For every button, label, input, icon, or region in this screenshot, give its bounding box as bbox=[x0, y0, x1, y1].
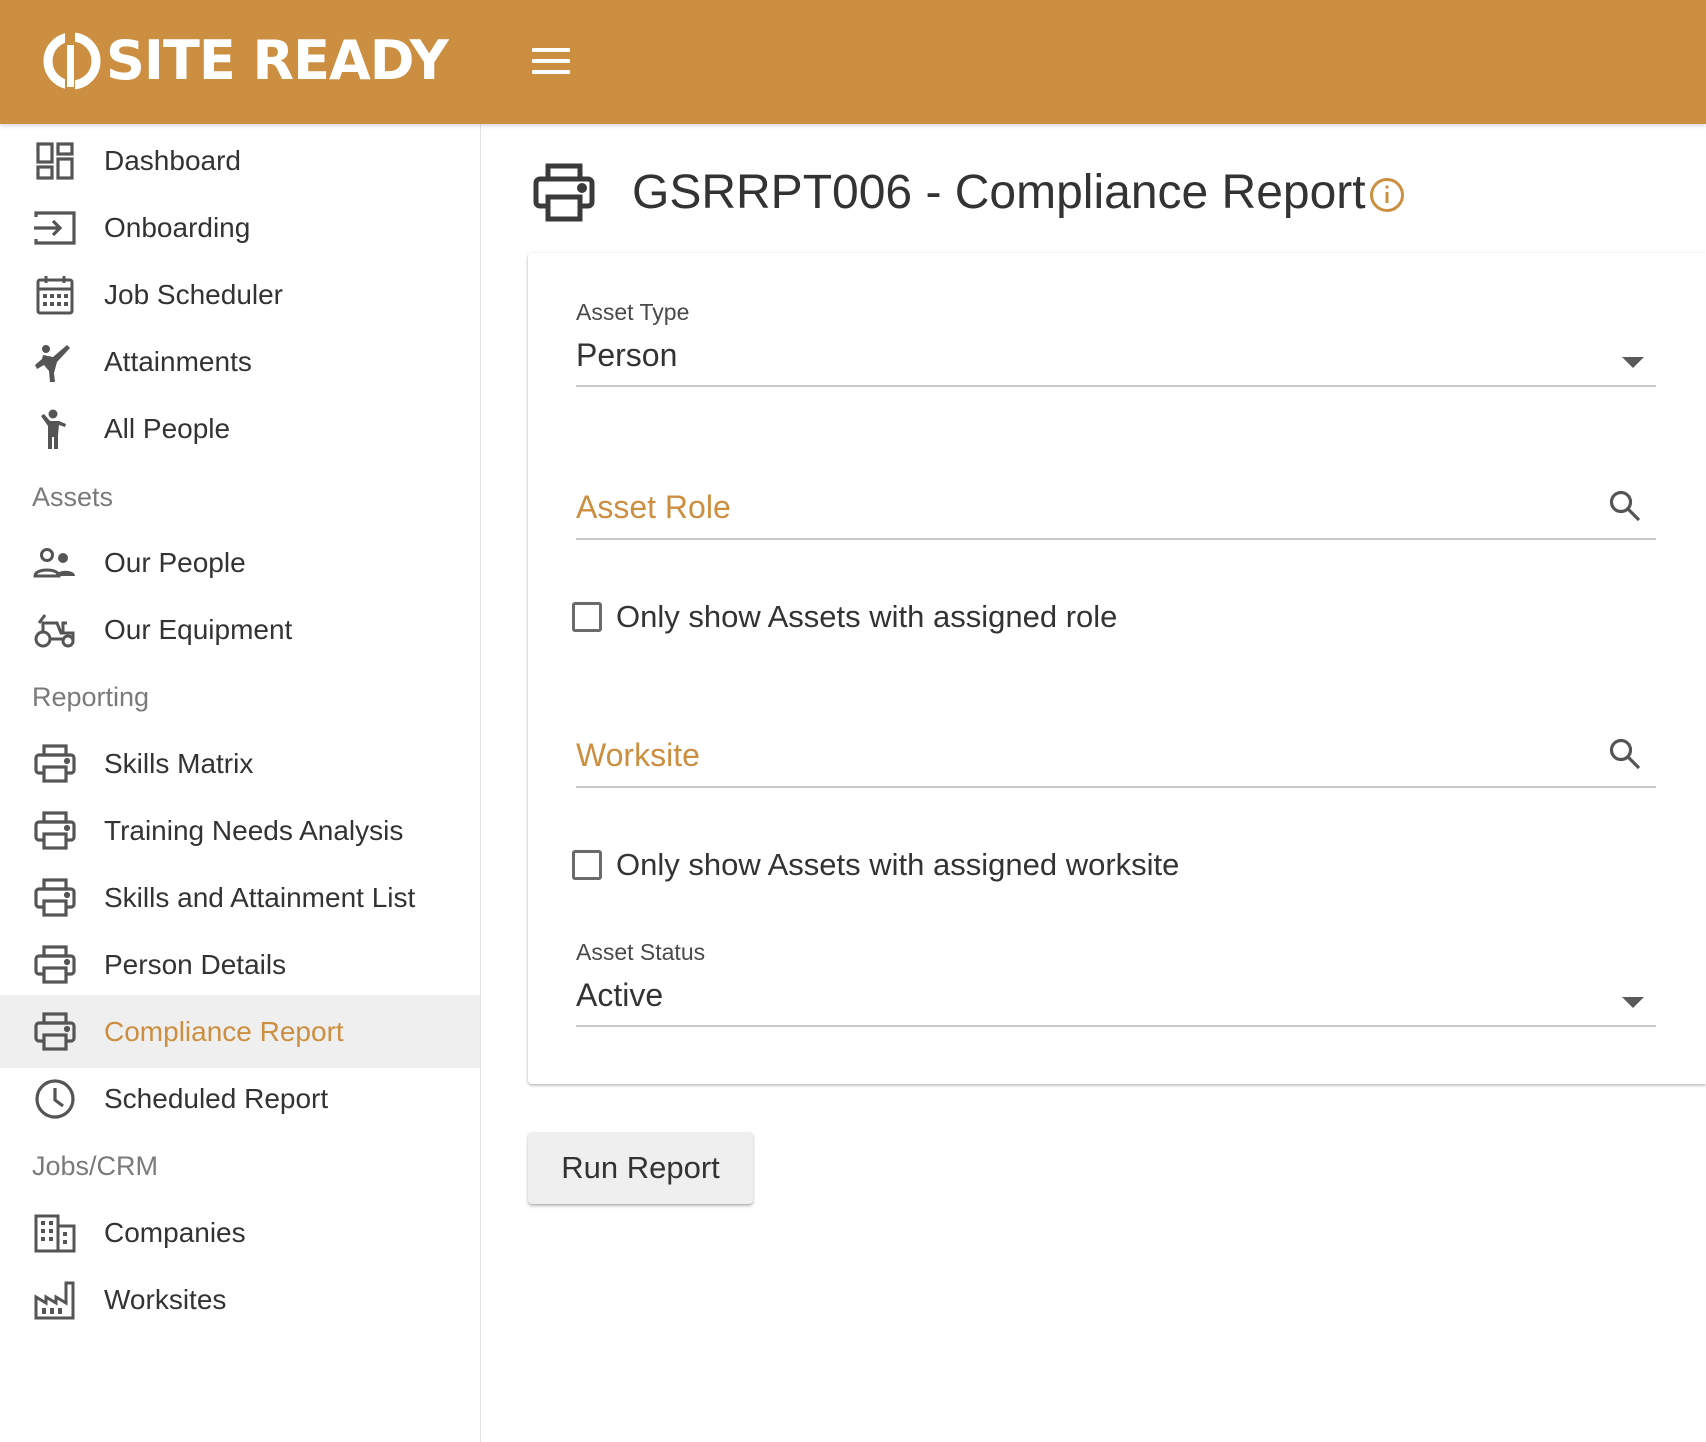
asset-role-field[interactable]: Asset Role bbox=[576, 483, 1656, 545]
sidebar-item-person-details[interactable]: Person Details bbox=[0, 928, 480, 1001]
page-title: GSRRPT006 - Compliance Report bbox=[632, 166, 1366, 219]
printer-icon bbox=[533, 163, 595, 222]
dropdown-arrow-icon bbox=[1622, 357, 1644, 368]
sidebar-item-worksites[interactable]: Worksites bbox=[0, 1263, 480, 1336]
info-icon[interactable] bbox=[1368, 176, 1406, 214]
printer-icon bbox=[33, 743, 77, 785]
sidebar-item-label: Person Details bbox=[104, 949, 287, 980]
assigned-role-checkbox[interactable] bbox=[572, 602, 602, 632]
clock-icon bbox=[33, 1078, 77, 1120]
sidebar-item-label: Attainments bbox=[104, 346, 252, 377]
sidebar-item-companies[interactable]: Companies bbox=[0, 1196, 480, 1269]
printer-icon bbox=[33, 1011, 77, 1053]
asset-type-value: Person bbox=[576, 337, 678, 373]
sidebar-item-label: Onboarding bbox=[104, 212, 251, 243]
sidebar-item-label: Job Scheduler bbox=[104, 279, 284, 310]
asset-role-placeholder: Asset Role bbox=[576, 489, 731, 525]
dropdown-arrow-icon bbox=[1622, 997, 1644, 1008]
assigned-worksite-checkbox-row[interactable]: Only show Assets with assigned worksite bbox=[572, 843, 1179, 887]
asset-status-label: Asset Status bbox=[576, 939, 706, 965]
asset-role-underline bbox=[576, 538, 1656, 540]
sidebar-item-label: Skills Matrix bbox=[104, 748, 254, 779]
sidebar-item-label: Skills and Attainment List bbox=[104, 882, 416, 913]
assigned-worksite-checkbox[interactable] bbox=[572, 850, 602, 880]
people-icon bbox=[33, 542, 77, 584]
site-ready-logo[interactable]: SITE READY bbox=[42, 28, 449, 94]
asset-status-value: Active bbox=[576, 977, 664, 1013]
search-icon[interactable] bbox=[1608, 737, 1642, 771]
sidebar-item-label: All People bbox=[104, 413, 231, 444]
report-parameters-card: Asset Type Person Asset Role Only show A… bbox=[528, 253, 1706, 1084]
sidebar-item-label: Compliance Report bbox=[104, 1016, 344, 1047]
sidebar-item-our-equipment[interactable]: Our Equipment bbox=[0, 593, 480, 666]
sidebar-item-label: Training Needs Analysis bbox=[104, 815, 404, 846]
hamburger-menu-icon[interactable] bbox=[530, 44, 574, 78]
sidebar-item-our-people[interactable]: Our People bbox=[0, 526, 480, 599]
asset-type-select[interactable]: Asset Type Person bbox=[576, 299, 1656, 399]
factory-icon bbox=[33, 1279, 77, 1321]
sidebar-item-label: Companies bbox=[104, 1217, 246, 1248]
dashboard-icon bbox=[33, 140, 77, 182]
asset-status-underline bbox=[576, 1025, 1656, 1027]
sidebar-item-job-scheduler[interactable]: Job Scheduler bbox=[0, 258, 480, 331]
sidebar-item-all-people[interactable]: All People bbox=[0, 392, 480, 465]
sidebar-item-label: Our Equipment bbox=[104, 614, 293, 645]
printer-icon bbox=[33, 944, 77, 986]
printer-icon bbox=[33, 877, 77, 919]
worksite-underline bbox=[576, 786, 1656, 788]
run-report-button[interactable]: Run Report bbox=[528, 1132, 753, 1204]
section-heading-reporting: Reporting bbox=[32, 682, 150, 712]
karate-icon bbox=[33, 341, 77, 383]
login-icon bbox=[33, 207, 77, 249]
sidebar-item-skills-matrix[interactable]: Skills Matrix bbox=[0, 727, 480, 800]
calendar-icon bbox=[33, 274, 77, 316]
tractor-icon bbox=[33, 609, 77, 651]
building-icon bbox=[33, 1212, 77, 1254]
printer-icon bbox=[33, 810, 77, 852]
asset-type-label: Asset Type bbox=[576, 299, 690, 325]
sidebar-item-label: Our People bbox=[104, 547, 246, 578]
assigned-worksite-checkbox-label: Only show Assets with assigned worksite bbox=[616, 847, 1180, 882]
asset-status-select[interactable]: Asset Status Active bbox=[576, 939, 1656, 1039]
sidebar-item-skills-and-attainment-list[interactable]: Skills and Attainment List bbox=[0, 861, 480, 934]
top-app-bar: SITE READY bbox=[0, 0, 1706, 124]
sidebar-item-attainments[interactable]: Attainments bbox=[0, 325, 480, 398]
section-heading-assets: Assets bbox=[32, 482, 114, 512]
sidebar-item-onboarding[interactable]: Onboarding bbox=[0, 191, 480, 264]
section-heading-jobs-crm: Jobs/CRM bbox=[32, 1151, 159, 1181]
sidebar-item-label: Scheduled Report bbox=[104, 1083, 329, 1114]
assigned-role-checkbox-label: Only show Assets with assigned role bbox=[616, 599, 1118, 634]
assigned-role-checkbox-row[interactable]: Only show Assets with assigned role bbox=[572, 595, 1117, 639]
worksite-placeholder: Worksite bbox=[576, 737, 700, 773]
brand-name: SITE READY bbox=[106, 29, 449, 92]
sidebar-nav: Dashboard Onboarding Job Scheduler Attai… bbox=[0, 124, 481, 1442]
sidebar-item-training-needs-analysis[interactable]: Training Needs Analysis bbox=[0, 794, 480, 867]
sidebar-item-dashboard[interactable]: Dashboard bbox=[0, 124, 480, 197]
person-icon bbox=[33, 408, 77, 450]
sidebar-item-label: Dashboard bbox=[104, 145, 241, 176]
worksite-field[interactable]: Worksite bbox=[576, 731, 1656, 793]
asset-type-underline bbox=[576, 385, 1656, 387]
site-ready-logo-icon bbox=[43, 31, 101, 91]
sidebar-item-scheduled-report[interactable]: Scheduled Report bbox=[0, 1062, 480, 1135]
sidebar-item-compliance-report[interactable]: Compliance Report bbox=[0, 995, 480, 1068]
search-icon[interactable] bbox=[1608, 489, 1642, 523]
sidebar-item-label: Worksites bbox=[104, 1284, 227, 1315]
